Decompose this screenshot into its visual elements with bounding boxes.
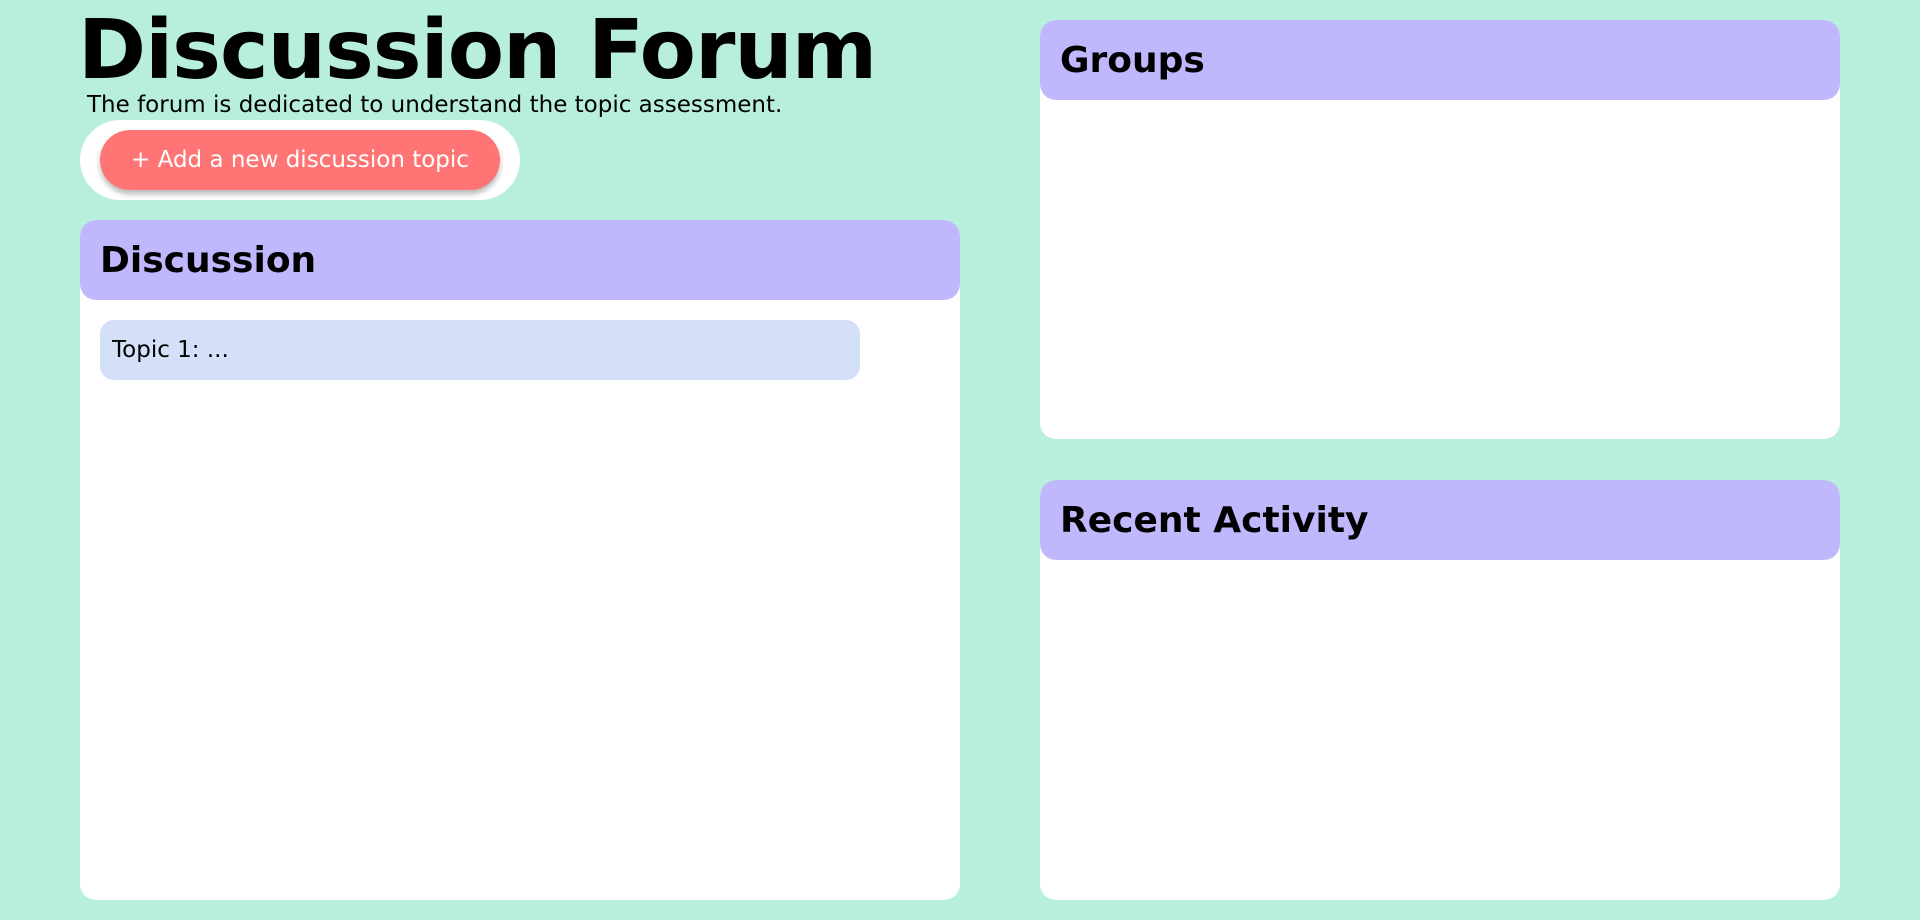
add-topic-button-container: + Add a new discussion topic xyxy=(80,120,520,200)
groups-panel: Groups xyxy=(1040,20,1840,439)
discussion-panel-header: Discussion xyxy=(80,220,960,300)
page-title: Discussion Forum xyxy=(78,3,877,98)
groups-panel-header: Groups xyxy=(1040,20,1840,100)
recent-activity-heading: Recent Activity xyxy=(1060,499,1369,541)
discussion-topic-label: Topic 1: ... xyxy=(112,337,229,363)
discussion-panel: Discussion Topic 1: ... xyxy=(80,220,960,900)
discussion-heading: Discussion xyxy=(100,239,317,281)
groups-heading: Groups xyxy=(1060,39,1205,81)
discussion-topic-item[interactable]: Topic 1: ... xyxy=(100,320,860,380)
page-subtitle: The forum is dedicated to understand the… xyxy=(87,92,783,118)
recent-activity-panel: Recent Activity xyxy=(1040,480,1840,900)
recent-activity-panel-header: Recent Activity xyxy=(1040,480,1840,560)
add-discussion-topic-button[interactable]: + Add a new discussion topic xyxy=(100,130,500,190)
